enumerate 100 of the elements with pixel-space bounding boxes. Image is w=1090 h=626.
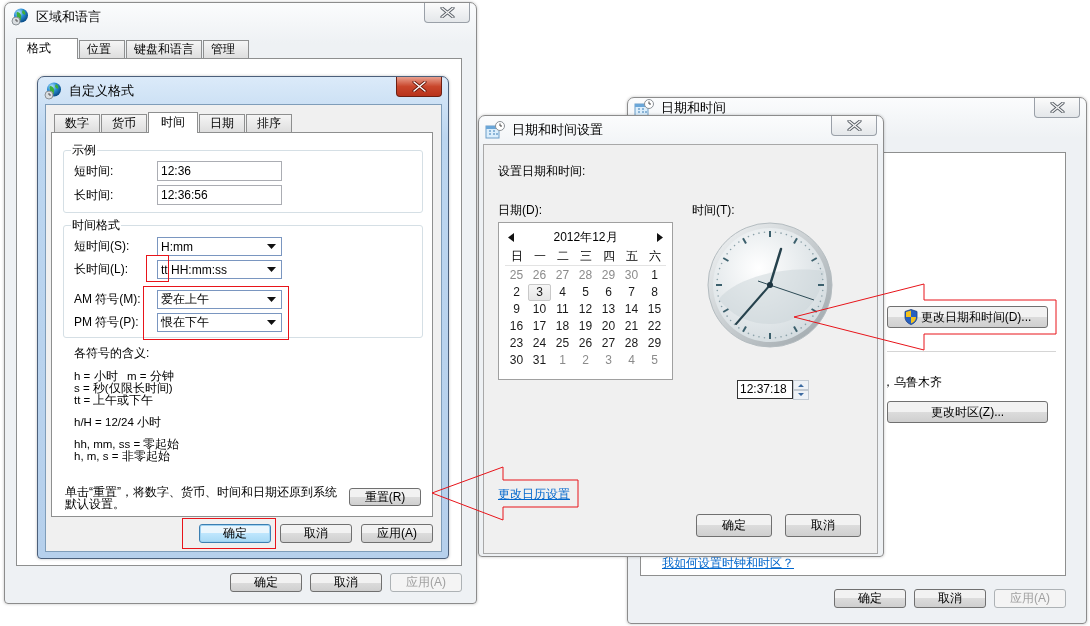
caret-icon xyxy=(267,297,276,302)
change-timezone-button[interactable]: 更改时区(Z)... xyxy=(887,401,1048,423)
calendar-day[interactable]: 5 xyxy=(643,352,666,369)
legend-text: h/H = 12/24 小时 xyxy=(74,416,162,428)
next-month-icon xyxy=(657,232,663,242)
calendar-day[interactable]: 12 xyxy=(574,301,597,318)
field-label: 长时间: xyxy=(74,186,115,204)
calendar-day[interactable]: 8 xyxy=(643,284,666,301)
close-button[interactable] xyxy=(831,116,877,136)
calendar-day[interactable]: 29 xyxy=(643,335,666,352)
dialog-button[interactable]: 应用(A) xyxy=(361,524,433,543)
tab[interactable]: 键盘和语言 xyxy=(126,40,202,58)
calendar-day[interactable]: 9 xyxy=(505,301,528,318)
close-icon xyxy=(411,81,427,92)
tab[interactable]: 日期 xyxy=(199,114,245,132)
reset-button[interactable]: 重置(R) xyxy=(349,488,421,506)
close-icon xyxy=(846,120,862,131)
text-field[interactable]: 12:36 xyxy=(157,161,282,181)
change-datetime-button[interactable]: 更改日期和时间(D)... xyxy=(887,306,1048,328)
calendar-day[interactable]: 7 xyxy=(620,284,643,301)
tab[interactable]: 时间 xyxy=(148,112,198,133)
close-button[interactable] xyxy=(424,3,470,23)
calendar-day[interactable]: 6 xyxy=(597,284,620,301)
dialog-button[interactable]: 确定 xyxy=(834,589,906,608)
legend-text: s = 秒(仅限长时间) xyxy=(74,382,173,394)
spinner-icon xyxy=(793,380,809,400)
dropdown[interactable]: H:mm xyxy=(157,237,282,256)
calendar-settings-link[interactable]: 更改日历设置 xyxy=(498,487,570,501)
calendar-day[interactable]: 24 xyxy=(528,335,551,352)
tab[interactable]: 排序 xyxy=(246,114,292,132)
calendar-day[interactable]: 19 xyxy=(574,318,597,335)
calendar-day[interactable]: 14 xyxy=(620,301,643,318)
window-title: 日期和时间设置 xyxy=(512,121,604,139)
dialog-button[interactable]: 取消 xyxy=(914,589,986,608)
dropdown[interactable]: tt HH:mm:ss xyxy=(157,260,282,279)
tab[interactable]: 数字 xyxy=(54,114,100,132)
calendar-day[interactable]: 16 xyxy=(505,318,528,335)
calendar-day[interactable]: 25 xyxy=(551,335,574,352)
field-label: 短时间: xyxy=(74,162,115,180)
tab[interactable]: 管理 xyxy=(203,40,249,58)
calendar-day[interactable]: 13 xyxy=(597,301,620,318)
tab[interactable]: 格式 xyxy=(16,38,78,59)
dialog-button[interactable]: 取消 xyxy=(310,573,382,592)
app-icon xyxy=(11,7,29,26)
calendar-day[interactable]: 26 xyxy=(528,267,551,284)
calendar-day[interactable]: 2 xyxy=(505,284,528,301)
dialog-button[interactable]: 确定 xyxy=(696,514,772,537)
window-title: 区域和语言 xyxy=(36,7,102,26)
group-title: 时间格式 xyxy=(71,218,121,232)
calendar-day[interactable]: 28 xyxy=(620,335,643,352)
calendar-day[interactable]: 1 xyxy=(643,267,666,284)
window-title: 日期和时间 xyxy=(661,99,727,117)
calendar-day[interactable]: 21 xyxy=(620,318,643,335)
calendar-day[interactable]: 26 xyxy=(574,335,597,352)
app-icon xyxy=(44,81,62,100)
dropdown[interactable]: 爱在上午 xyxy=(157,290,282,309)
calendar-day[interactable]: 29 xyxy=(597,267,620,284)
calendar-day[interactable]: 17 xyxy=(528,318,551,335)
text-field[interactable]: 12:36:56 xyxy=(157,185,282,205)
dialog-button[interactable]: 确定 xyxy=(199,524,271,543)
calendar-day[interactable]: 23 xyxy=(505,335,528,352)
calendar-day[interactable]: 28 xyxy=(574,267,597,284)
close-button[interactable] xyxy=(396,77,442,97)
dialog-button[interactable]: 确定 xyxy=(230,573,302,592)
field-label: AM 符号(M): xyxy=(74,291,142,308)
legend-text: hh, mm, ss = 零起始 xyxy=(74,438,181,450)
weekday-label: 一 xyxy=(532,248,547,265)
calendar-day[interactable]: 22 xyxy=(643,318,666,335)
time-field[interactable]: 12:37:18 xyxy=(737,380,793,399)
legend-text: h = 小时 m = 分钟 xyxy=(74,370,175,382)
tab[interactable]: 货币 xyxy=(101,114,147,132)
calendar-day[interactable]: 31 xyxy=(528,352,551,369)
calendar-day[interactable]: 3 xyxy=(528,284,551,301)
weekday-label: 三 xyxy=(578,248,593,265)
dialog-button[interactable]: 取消 xyxy=(280,524,352,543)
calendar-day[interactable]: 20 xyxy=(597,318,620,335)
timezone-text: ，乌鲁木齐 xyxy=(882,375,942,389)
weekday-label: 五 xyxy=(624,248,639,265)
month-title: 2012年12月 xyxy=(553,228,618,246)
weekday-label: 六 xyxy=(647,248,662,265)
weekday-label: 四 xyxy=(601,248,616,265)
calendar-day[interactable]: 3 xyxy=(597,352,620,369)
dropdown[interactable]: 恨在下午 xyxy=(157,313,282,332)
calendar-day[interactable]: 30 xyxy=(505,352,528,369)
calendar-day[interactable]: 30 xyxy=(620,267,643,284)
previous-month-icon xyxy=(508,232,514,242)
calendar-day[interactable]: 11 xyxy=(551,301,574,318)
tab[interactable]: 位置 xyxy=(79,40,125,58)
dialog-button[interactable]: 取消 xyxy=(785,514,861,537)
calendar-day[interactable]: 15 xyxy=(643,301,666,318)
help-link[interactable]: 我如何设置时钟和时区？ xyxy=(662,556,794,570)
calendar-day[interactable]: 10 xyxy=(528,301,551,318)
calendar-day[interactable]: 2 xyxy=(574,352,597,369)
calendar-day[interactable]: 27 xyxy=(597,335,620,352)
calendar-day[interactable]: 4 xyxy=(551,284,574,301)
legend-title: 各符号的含义: xyxy=(74,346,151,360)
close-button[interactable] xyxy=(1034,98,1080,118)
calendar-day[interactable]: 5 xyxy=(574,284,597,301)
calendar-day[interactable]: 18 xyxy=(551,318,574,335)
app-icon xyxy=(485,121,505,139)
